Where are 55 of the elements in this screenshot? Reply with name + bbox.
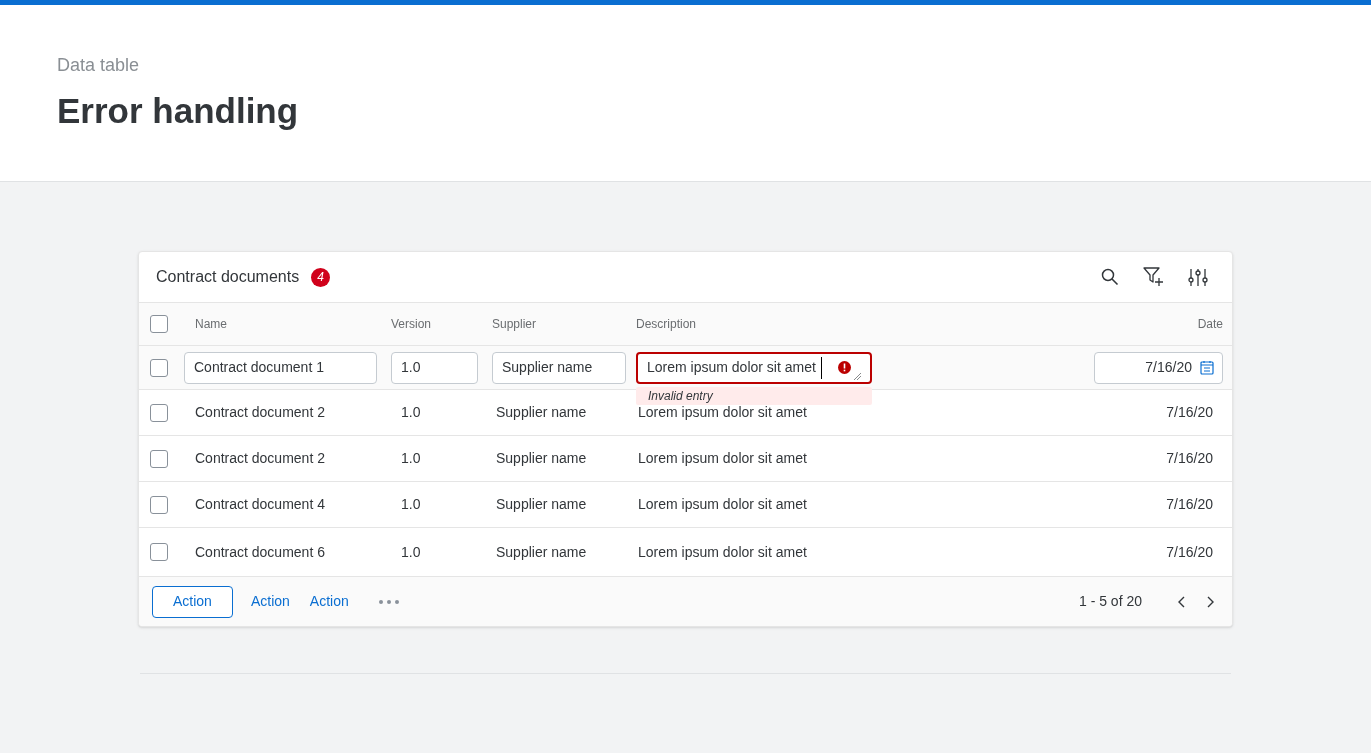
description-field[interactable]: Lorem ipsum dolor sit amet bbox=[636, 351, 872, 384]
filter-plus-icon bbox=[1143, 267, 1165, 287]
table-cell-text: 7/16/20 bbox=[1166, 495, 1214, 514]
sliders-icon bbox=[1188, 268, 1208, 286]
table-cell-text: 1.0 bbox=[400, 495, 422, 514]
search-icon bbox=[1101, 268, 1119, 286]
checkbox[interactable] bbox=[150, 358, 168, 377]
add-filter-button[interactable] bbox=[1142, 265, 1166, 289]
table-cell-text: Contract document 2 bbox=[194, 449, 326, 468]
name-field[interactable]: Contract document 1 bbox=[184, 351, 377, 384]
table-cell-text: Supplier name bbox=[495, 542, 588, 562]
table-cell-text: Lorem ipsum dolor sit amet bbox=[637, 403, 807, 422]
page-title: Error handling bbox=[57, 90, 300, 132]
table-title: Contract documents bbox=[156, 267, 300, 287]
column-header: Version bbox=[391, 316, 433, 333]
action-button[interactable]: Action bbox=[152, 585, 233, 618]
resize-handle-icon[interactable] bbox=[853, 371, 861, 380]
table-cell-text: 1.0 bbox=[400, 449, 422, 468]
table-cell-text: 7/16/20 bbox=[1166, 542, 1214, 562]
table-cell-text: Lorem ipsum dolor sit amet bbox=[637, 449, 807, 468]
table-cell-text: Supplier name bbox=[495, 495, 588, 514]
table-cell-text: Lorem ipsum dolor sit amet bbox=[637, 495, 807, 514]
more-icon[interactable] bbox=[378, 599, 399, 604]
action-link[interactable]: Action bbox=[309, 591, 349, 612]
error-icon bbox=[838, 361, 851, 374]
column-header: Name bbox=[194, 316, 228, 333]
calendar-icon[interactable] bbox=[1200, 360, 1214, 375]
table-cell-text: Supplier name bbox=[495, 449, 588, 468]
checkbox[interactable] bbox=[150, 315, 168, 333]
error-message: Invalid entry bbox=[636, 386, 872, 405]
checkbox[interactable] bbox=[150, 403, 168, 422]
previous-page-icon[interactable] bbox=[1178, 595, 1186, 608]
table-cell-text: 7/16/20 bbox=[1166, 449, 1214, 468]
date-field[interactable]: 7/16/20 bbox=[1094, 351, 1223, 384]
version-field[interactable]: 1.0 bbox=[391, 351, 478, 384]
column-header: Description bbox=[636, 316, 698, 333]
column-header: Date bbox=[1197, 316, 1223, 333]
count-badge: 4 bbox=[311, 267, 331, 287]
table-cell-text: Contract document 2 bbox=[194, 403, 326, 422]
table-cell-text: Contract document 4 bbox=[194, 495, 326, 514]
checkbox[interactable] bbox=[150, 495, 168, 514]
checkbox[interactable] bbox=[150, 543, 168, 561]
table-cell-text: 1.0 bbox=[400, 542, 422, 562]
table-cell-text: 7/16/20 bbox=[1166, 403, 1214, 422]
table-cell-text: 1.0 bbox=[400, 403, 422, 422]
checkbox[interactable] bbox=[150, 449, 168, 468]
table-cell-text: Contract document 6 bbox=[194, 542, 326, 562]
next-page-icon[interactable] bbox=[1206, 595, 1214, 608]
column-header: Supplier bbox=[492, 316, 538, 333]
table-cell-text: Lorem ipsum dolor sit amet bbox=[637, 542, 807, 562]
table-cell-text: Supplier name bbox=[495, 403, 588, 422]
pagination-info: 1 - 5 of 20 bbox=[1078, 592, 1142, 611]
page-subtitle: Data table bbox=[57, 54, 141, 77]
supplier-field[interactable]: Supplier name bbox=[492, 351, 626, 384]
action-link[interactable]: Action bbox=[250, 591, 290, 612]
